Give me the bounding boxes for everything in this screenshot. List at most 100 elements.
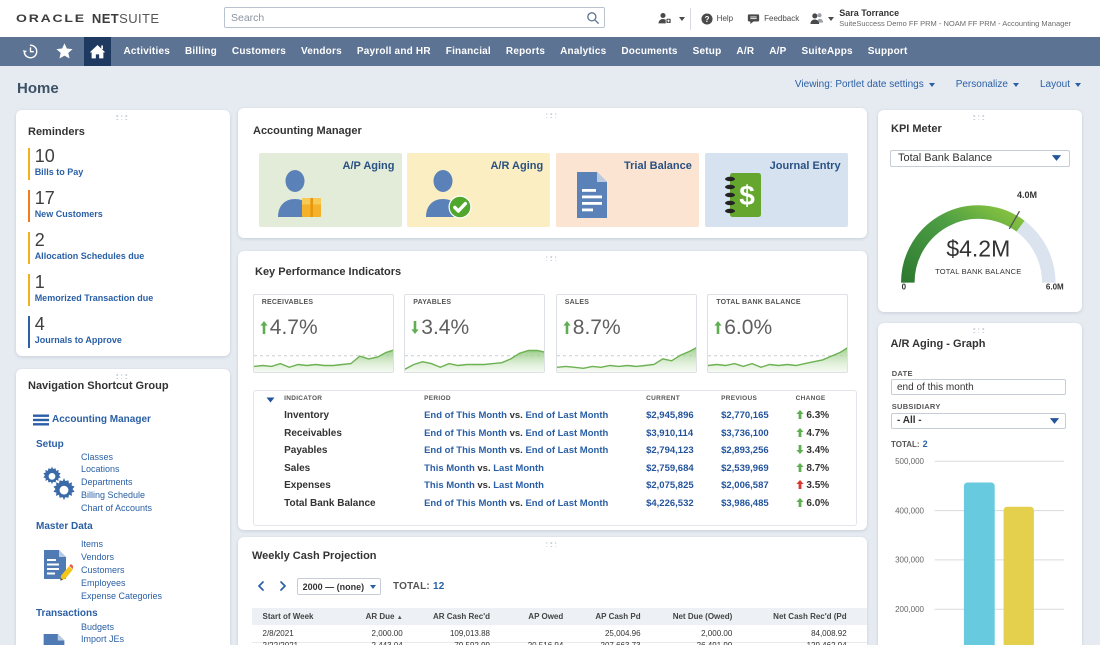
shortcut-link[interactable]: Employees xyxy=(81,577,162,590)
user-name[interactable]: Sara Torrance xyxy=(839,8,1071,20)
col-previous[interactable]: PREVIOUS xyxy=(721,395,757,402)
col-current[interactable]: CURRENT xyxy=(646,395,680,402)
col-indicator[interactable]: INDICATOR xyxy=(284,395,322,402)
nav-item-payroll-and-hr[interactable]: Payroll and HR xyxy=(349,37,438,66)
roles-menu[interactable] xyxy=(809,11,834,26)
kpi-gauge-chart: 4.0M $4.2M TOTAL BANK BALANCE 0 6.0M xyxy=(878,110,1082,312)
shortcut-link[interactable]: Locations xyxy=(81,463,152,476)
nav-item-suiteapps[interactable]: SuiteApps xyxy=(794,37,860,66)
recent-records-icon[interactable] xyxy=(13,37,47,66)
subsidiary-select[interactable]: - All - xyxy=(891,413,1066,429)
personalize-menu[interactable]: Personalize xyxy=(956,79,1019,90)
search-icon[interactable] xyxy=(582,11,604,25)
kpi-previous[interactable]: $3,986,485 xyxy=(721,498,769,509)
nav-item-financial[interactable]: Financial xyxy=(438,37,498,66)
reminder-link[interactable]: Journals to Approve xyxy=(35,335,122,345)
kpi-previous[interactable]: $2,893,256 xyxy=(721,445,769,456)
shortcut-link[interactable]: Items xyxy=(81,538,162,551)
nav-item-billing[interactable]: Billing xyxy=(177,37,224,66)
date-input[interactable]: end of this month xyxy=(891,379,1066,395)
am-tile-a-p-aging[interactable]: A/P Aging xyxy=(259,153,402,227)
drag-handle[interactable] xyxy=(973,328,987,335)
range-select[interactable]: 2000 — (none) xyxy=(297,578,381,595)
nav-item-setup[interactable]: Setup xyxy=(685,37,729,66)
drag-handle[interactable] xyxy=(546,256,560,263)
help-button[interactable]: ? Help xyxy=(701,13,733,25)
accounting-manager-link[interactable]: Accounting Manager xyxy=(52,414,151,425)
kpi-previous[interactable]: $2,770,165 xyxy=(721,410,769,421)
weekly-col[interactable]: AP Owed xyxy=(498,608,571,625)
nav-item-a-p[interactable]: A/P xyxy=(762,37,794,66)
next-page-button[interactable] xyxy=(280,581,287,594)
nav-item-reports[interactable]: Reports xyxy=(498,37,552,66)
layout-menu[interactable]: Layout xyxy=(1040,79,1081,90)
ar-aging-bar-chart: 500,000 400,000 300,000 200,000 xyxy=(878,453,1082,645)
reminder-link[interactable]: New Customers xyxy=(35,209,103,219)
home-tab[interactable] xyxy=(84,37,111,66)
shortcuts-star-icon[interactable] xyxy=(47,37,81,66)
shortcut-link[interactable]: Expense Categories xyxy=(81,590,162,603)
kpi-current[interactable]: $3,910,114 xyxy=(646,428,693,439)
kpi-tile-sales[interactable]: SALES 8.7% xyxy=(556,294,697,374)
nav-item-vendors[interactable]: Vendors xyxy=(293,37,349,66)
nav-item-customers[interactable]: Customers xyxy=(224,37,293,66)
feedback-button[interactable]: Feedback xyxy=(747,13,799,25)
drag-handle[interactable] xyxy=(116,115,130,122)
weekly-col[interactable]: AR Cash Rec'd xyxy=(411,608,498,625)
am-tile-a-r-aging[interactable]: A/R Aging xyxy=(407,153,550,227)
nav-item-activities[interactable]: Activities xyxy=(116,37,177,66)
collapse-caret-icon[interactable] xyxy=(266,397,275,403)
am-tile-trial-balance[interactable]: Trial Balance xyxy=(556,153,699,227)
kpi-tile-total-bank-balance[interactable]: TOTAL BANK BALANCE 6.0% xyxy=(707,294,848,374)
kpi-tile-receivables[interactable]: RECEIVABLES 4.7% xyxy=(253,294,394,374)
viewing-settings-menu[interactable]: Viewing: Portlet date settings xyxy=(795,79,935,90)
search-input[interactable] xyxy=(225,12,582,24)
ar-total-label: TOTAL: xyxy=(891,440,920,449)
trend-arrow-icon xyxy=(796,428,804,437)
kpi-tile-payables[interactable]: PAYABLES 3.4% xyxy=(404,294,545,374)
col-change[interactable]: CHANGE xyxy=(796,395,826,402)
weekly-col[interactable]: AP Cash Pd xyxy=(571,608,648,625)
kpi-current[interactable]: $2,945,896 xyxy=(646,410,694,421)
drag-handle[interactable] xyxy=(546,542,560,549)
kpi-current[interactable]: $2,794,123 xyxy=(646,445,694,456)
chevron-down-icon xyxy=(929,83,935,87)
nav-item-a-r[interactable]: A/R xyxy=(729,37,762,66)
weekly-col[interactable]: Net Due (Owed) xyxy=(649,608,741,625)
nav-item-support[interactable]: Support xyxy=(860,37,915,66)
shortcut-link[interactable]: Billing Schedule xyxy=(81,489,152,502)
shortcut-link[interactable]: Budgets xyxy=(81,621,124,634)
create-new-menu[interactable] xyxy=(657,11,685,26)
kpi-previous[interactable]: $2,006,587 xyxy=(721,480,769,491)
shortcut-link[interactable]: Customers xyxy=(81,564,162,577)
kpi-current[interactable]: $2,075,825 xyxy=(646,480,694,491)
am-tile-journal-entry[interactable]: Journal Entry $ xyxy=(705,153,848,227)
shortcut-group-heading[interactable]: Transactions xyxy=(36,608,98,619)
weekly-col[interactable]: Net Cash Rec'd (Pd xyxy=(740,608,854,625)
shortcut-group-heading[interactable]: Setup xyxy=(36,439,64,450)
shortcut-link[interactable]: Vendors xyxy=(81,551,162,564)
nav-item-analytics[interactable]: Analytics xyxy=(553,37,614,66)
kpi-tile-label: TOTAL BANK BALANCE xyxy=(716,299,801,306)
shortcut-link[interactable]: Departments xyxy=(81,476,152,489)
nav-item-documents[interactable]: Documents xyxy=(614,37,685,66)
shortcut-link[interactable]: Chart of Accounts xyxy=(81,502,152,515)
drag-handle[interactable] xyxy=(546,113,560,120)
reminder-link[interactable]: Memorized Transaction due xyxy=(35,293,154,303)
reminder-link[interactable]: Bills to Pay xyxy=(35,167,84,177)
global-search[interactable] xyxy=(224,7,605,28)
shortcut-link[interactable]: Classes xyxy=(81,451,152,464)
col-period[interactable]: PERIOD xyxy=(424,395,451,402)
kpi-current[interactable]: $2,759,684 xyxy=(646,463,694,474)
kpi-current[interactable]: $4,226,532 xyxy=(646,498,694,509)
prev-page-button[interactable] xyxy=(257,581,264,594)
weekly-col[interactable]: Start of Week xyxy=(252,608,352,625)
total-value[interactable]: 12 xyxy=(433,581,445,592)
ar-total-value[interactable]: 2 xyxy=(923,439,928,449)
shortcut-group-heading[interactable]: Master Data xyxy=(36,521,93,532)
weekly-col[interactable]: AR Due ▲ xyxy=(352,608,411,625)
kpi-previous[interactable]: $3,736,100 xyxy=(721,428,769,439)
kpi-previous[interactable]: $2,539,969 xyxy=(721,463,769,474)
reminder-link[interactable]: Allocation Schedules due xyxy=(35,251,145,261)
shortcut-link[interactable]: Import JEs xyxy=(81,633,124,645)
